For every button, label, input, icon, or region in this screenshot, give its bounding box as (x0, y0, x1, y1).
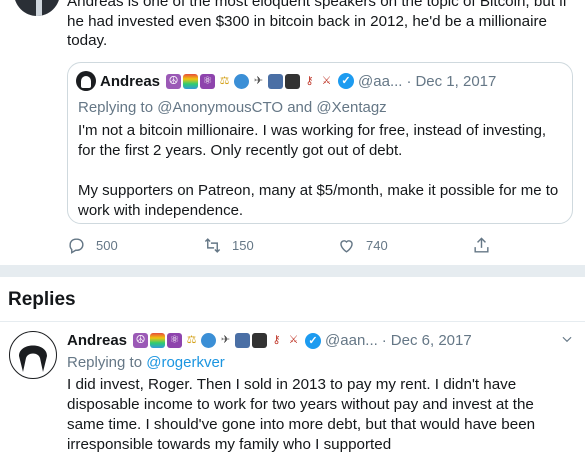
replying-to-user-link[interactable]: @rogerkver (146, 354, 225, 371)
reply-header: Andreas ☮ ⚛ ⚖ ✈ ⚷ ⚔ ✓ @aan... · Dec 6, 2… (67, 332, 472, 349)
retweet-icon (204, 238, 221, 253)
rainbow-icon (150, 333, 166, 348)
reply-author-name[interactable]: Andreas (67, 332, 127, 349)
quoted-replying-to: Replying to @AnonymousCTO and @Xentagz (78, 99, 387, 116)
reply-author-handle[interactable]: @aan... (325, 332, 378, 349)
replying-to-prefix: Replying to (67, 354, 143, 371)
verified-badge-icon: ✓ (338, 73, 355, 89)
globe-icon (234, 73, 250, 89)
quoted-paragraph: I'm not a bitcoin millionaire. I was wor… (78, 122, 547, 159)
reply-date[interactable]: Dec 6, 2017 (391, 332, 472, 349)
avatar-silhouette-icon (11, 333, 55, 377)
camera-icon (285, 73, 301, 89)
reply-replying-to: Replying to @rogerkver (67, 354, 225, 371)
tweet-text: Andreas is one of the most eloquent spea… (67, 0, 567, 49)
verified-badge-icon: ✓ (305, 332, 322, 349)
atom-icon: ⚛ (200, 73, 216, 89)
book-icon (235, 333, 251, 348)
tweet-actions: 500 150 740 (67, 236, 497, 258)
peace-icon: ☮ (166, 73, 182, 89)
rainbow-icon (183, 73, 199, 89)
replies-heading: Replies (8, 289, 76, 310)
crossed-swords-icon: ⚔ (321, 74, 332, 87)
quoted-tweet-card[interactable]: Andreas ☮ ⚛ ⚖ ✈ ⚷ ⚔ ✓ @aa... · Dec 1, 20… (67, 62, 573, 224)
quoted-tweet-body: I'm not a bitcoin millionaire. I was wor… (78, 121, 563, 221)
retweet-count: 150 (232, 238, 254, 253)
name-emoji-badges: ☮ ⚛ ⚖ ✈ ⚷ ⚔ (166, 73, 334, 89)
share-button[interactable] (472, 236, 491, 255)
reply-count: 500 (96, 238, 118, 253)
crossed-swords-icon: ⚔ (288, 334, 299, 346)
replies-rule (0, 321, 585, 322)
reply-button[interactable]: 500 (67, 236, 118, 255)
separator-dot: · (406, 72, 412, 90)
like-count: 740 (366, 238, 388, 253)
peace-icon: ☮ (133, 333, 149, 348)
replying-to-users[interactable]: @AnonymousCTO and @Xentagz (157, 99, 386, 116)
scales-icon: ⚖ (186, 334, 197, 346)
satellite-icon: ✈ (253, 74, 264, 87)
globe-icon (201, 333, 217, 348)
quoted-paragraph: My supporters on Patreon, many at $5/mon… (78, 182, 559, 219)
section-divider (0, 265, 585, 277)
quoted-tweet-header: Andreas ☮ ⚛ ⚖ ✈ ⚷ ⚔ ✓ @aa... · Dec 1, 20… (76, 71, 496, 91)
chevron-down-icon[interactable] (560, 332, 574, 346)
reply-icon (69, 238, 84, 254)
atom-icon: ⚛ (167, 333, 183, 348)
key-icon: ⚷ (272, 334, 281, 346)
heart-icon (340, 240, 353, 253)
satellite-icon: ✈ (220, 334, 231, 346)
like-button[interactable]: 740 (337, 236, 388, 255)
book-icon (268, 73, 284, 89)
quoted-author-handle[interactable]: @aa... (358, 73, 402, 90)
reply-author-avatar[interactable] (9, 331, 57, 379)
name-emoji-badges: ☮ ⚛ ⚖ ✈ ⚷ ⚔ (133, 333, 301, 348)
quoted-tweet-date[interactable]: Dec 1, 2017 (415, 73, 496, 90)
quoted-author-avatar (76, 71, 96, 91)
scales-icon: ⚖ (219, 74, 230, 87)
reply-text: I did invest, Roger. Then I sold in 2013… (67, 376, 536, 453)
key-icon: ⚷ (305, 74, 314, 87)
quoted-author-name[interactable]: Andreas (100, 73, 160, 90)
camera-icon (252, 333, 268, 348)
avatar-detail (36, 0, 42, 16)
retweet-button[interactable]: 150 (203, 236, 254, 255)
share-icon (474, 237, 489, 253)
separator-dot: · (381, 332, 387, 349)
author-avatar[interactable] (14, 0, 60, 16)
replying-to-prefix: Replying to (78, 99, 154, 116)
